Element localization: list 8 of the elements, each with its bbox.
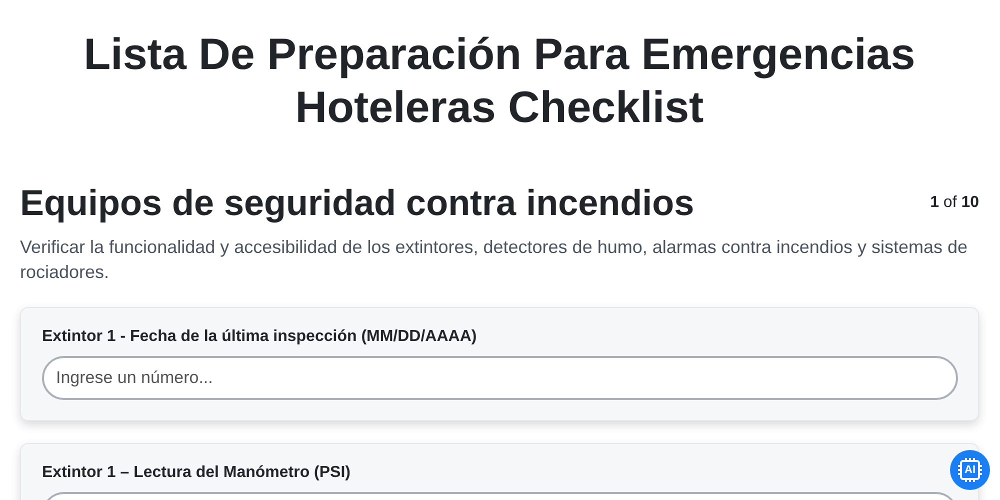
section-heading: Equipos de seguridad contra incendios [20, 181, 694, 225]
question-label: Extintor 1 - Fecha de la última inspección (MM/DD/AAAA) [42, 328, 478, 346]
section-description: Verificar la funcionalidad y accesibilidad de los extintores, detectores de humo, alarmas contra incendios y sistemas de rociadores. [20, 236, 968, 284]
chip-icon [957, 457, 983, 483]
question-label: Extintor 1 – Lectura del Manómetro (PSI) [42, 464, 352, 482]
page-title: Lista De Preparación Para Emergencias Hoteleras Checklist [82, 29, 916, 134]
input-field[interactable]: Ingrese un número... [42, 356, 958, 400]
page-counter: 1 of 10 [930, 194, 979, 212]
